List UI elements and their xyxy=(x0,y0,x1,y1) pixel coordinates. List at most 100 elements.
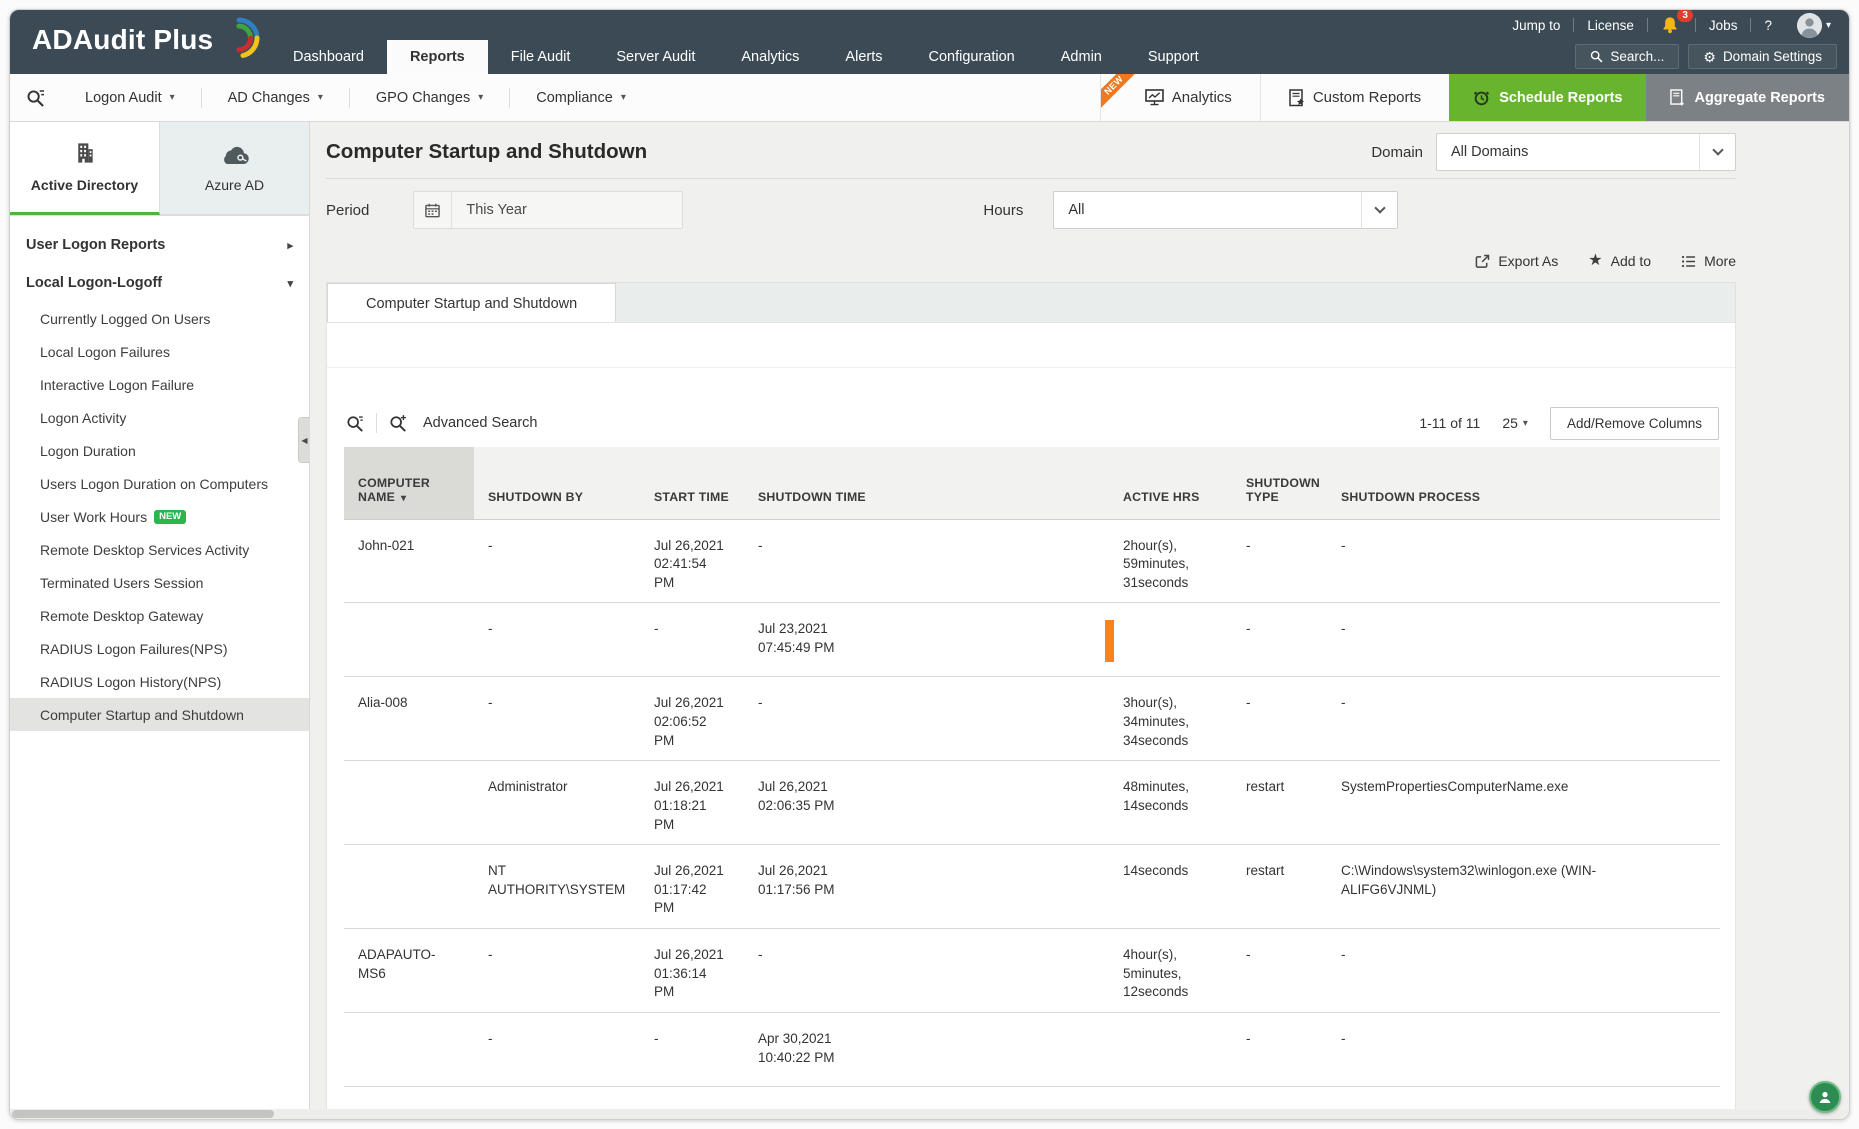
sidebar-item-users-logon-duration-on-computers[interactable]: Users Logon Duration on Computers xyxy=(10,467,309,500)
sidebar-item-logon-activity[interactable]: Logon Activity xyxy=(10,401,309,434)
calendar-icon xyxy=(414,192,452,228)
toolbar-menu-logon-audit[interactable]: Logon Audit▾ xyxy=(59,90,201,106)
analytics-icon xyxy=(1145,89,1164,106)
toolbar-menu-ad-changes[interactable]: AD Changes▾ xyxy=(202,90,349,106)
report-table: COMPUTER NAME▾SHUTDOWN BYSTART TIMESHUTD… xyxy=(344,447,1720,1087)
table-cell: 4hour(s), 5minutes, 12seconds xyxy=(1109,929,1232,1013)
column-header-shutdown-type[interactable]: SHUTDOWN TYPE xyxy=(1232,447,1327,519)
sidebar-item-label: Currently Logged On Users xyxy=(40,311,210,327)
toolbar-right-group: NEW Analytics Custom Reports xyxy=(1100,74,1849,121)
sidebar-item-local-logon-failures[interactable]: Local Logon Failures xyxy=(10,335,309,368)
sidebar-item-currently-logged-on-users[interactable]: Currently Logged On Users xyxy=(10,302,309,335)
jobs-link[interactable]: Jobs xyxy=(1696,18,1751,33)
table-cell: - xyxy=(474,603,640,677)
analytics-menu[interactable]: NEW Analytics xyxy=(1100,74,1260,121)
export-as-button[interactable]: Export As xyxy=(1475,253,1558,269)
nav-tab-alerts[interactable]: Alerts xyxy=(822,40,905,74)
sidebar-item-terminated-users-session[interactable]: Terminated Users Session xyxy=(10,566,309,599)
divider xyxy=(326,178,1736,179)
hours-label: Hours xyxy=(983,202,1023,219)
column-header-label: SHUTDOWN PROCESS xyxy=(1341,490,1480,504)
help-button[interactable]: ? xyxy=(1751,18,1785,33)
advanced-search-label[interactable]: Advanced Search xyxy=(423,415,537,431)
add-remove-columns-button[interactable]: Add/Remove Columns xyxy=(1550,407,1719,440)
highlight-indicator xyxy=(1105,620,1114,662)
license-link[interactable]: License xyxy=(1574,18,1647,33)
table-cell: - xyxy=(1232,1012,1327,1086)
table-cell xyxy=(344,603,474,677)
advanced-search-icon[interactable] xyxy=(377,414,419,432)
sidebar-item-remote-desktop-gateway[interactable]: Remote Desktop Gateway xyxy=(10,599,309,632)
user-menu-caret-icon[interactable]: ▾ xyxy=(1826,20,1833,31)
support-person-icon xyxy=(1817,1089,1833,1105)
sidebar-tab-azure-ad[interactable]: Azure AD xyxy=(160,122,309,215)
more-button[interactable]: More xyxy=(1681,253,1736,269)
search-button[interactable]: Search... xyxy=(1575,44,1679,69)
sidebar-tab-active-directory[interactable]: Active Directory xyxy=(10,122,160,215)
column-search-icon[interactable] xyxy=(344,414,376,432)
table-cell: - xyxy=(744,929,1109,1013)
sidebar-item-remote-desktop-services-activity[interactable]: Remote Desktop Services Activity xyxy=(10,533,309,566)
column-header-active-hrs[interactable]: ACTIVE HRS xyxy=(1109,447,1232,519)
nav-tab-dashboard[interactable]: Dashboard xyxy=(270,40,387,74)
domain-settings-button[interactable]: ⚙ Domain Settings xyxy=(1688,44,1837,69)
period-picker[interactable]: This Year xyxy=(413,191,683,229)
custom-reports-menu[interactable]: Custom Reports xyxy=(1260,74,1449,121)
chevron-down-icon: ▾ xyxy=(478,92,483,103)
nav-tab-analytics[interactable]: Analytics xyxy=(718,40,822,74)
sidebar-section-local-logon-logoff[interactable]: Local Logon-Logoff▾ xyxy=(10,264,309,302)
nav-tab-support[interactable]: Support xyxy=(1125,40,1222,74)
nav-tab-file-audit[interactable]: File Audit xyxy=(488,40,594,74)
nav-tab-admin[interactable]: Admin xyxy=(1038,40,1125,74)
notification-badge: 3 xyxy=(1677,9,1693,22)
sidebar-item-label: Computer Startup and Shutdown xyxy=(40,707,244,723)
custom-reports-icon xyxy=(1289,89,1305,107)
sidebar-collapse-handle[interactable]: ◀ xyxy=(298,417,310,463)
report-search-icon[interactable] xyxy=(10,88,59,107)
report-toolbar: Logon Audit▾AD Changes▾GPO Changes▾Compl… xyxy=(10,74,1849,122)
page-size-selector[interactable]: 25 ▾ xyxy=(1502,415,1528,431)
aggregate-reports-button[interactable]: Aggregate Reports xyxy=(1646,74,1849,121)
toolbar-menu-gpo-changes[interactable]: GPO Changes▾ xyxy=(350,90,509,106)
sidebar-item-user-work-hours[interactable]: User Work HoursNEW xyxy=(10,500,309,533)
app-header: ADAudit Plus Jump to License 3 Jobs xyxy=(10,10,1849,74)
notifications-button[interactable]: 3 xyxy=(1648,16,1695,34)
schedule-reports-button[interactable]: Schedule Reports xyxy=(1449,74,1646,121)
support-chat-button[interactable] xyxy=(1809,1081,1841,1113)
table-cell: Jul 26,2021 01:17:56 PM xyxy=(744,845,1109,929)
scrollbar-thumb[interactable] xyxy=(12,1110,274,1118)
sidebar-item-radius-logon-failures-nps[interactable]: RADIUS Logon Failures(NPS) xyxy=(10,632,309,665)
sidebar-item-logon-duration[interactable]: Logon Duration xyxy=(10,434,309,467)
table-cell: - xyxy=(1232,519,1327,603)
column-header-shutdown-process[interactable]: SHUTDOWN PROCESS xyxy=(1327,447,1720,519)
column-header-shutdown-time[interactable]: SHUTDOWN TIME xyxy=(744,447,1109,519)
table-cell: NT AUTHORITY\SYSTEM xyxy=(474,845,640,929)
chevron-down-icon: ▾ xyxy=(318,92,323,103)
table-cell: - xyxy=(1327,603,1720,677)
horizontal-scrollbar[interactable] xyxy=(10,1109,1849,1119)
sidebar-item-radius-logon-history-nps[interactable]: RADIUS Logon History(NPS) xyxy=(10,665,309,698)
nav-tab-server-audit[interactable]: Server Audit xyxy=(593,40,718,74)
table-row: --Jul 23,2021 07:45:49 PM-- xyxy=(344,603,1720,677)
nav-tab-reports[interactable]: Reports xyxy=(387,40,488,74)
table-cell: John-021 xyxy=(344,519,474,603)
jump-to-link[interactable]: Jump to xyxy=(1499,18,1573,33)
toolbar-menu-compliance[interactable]: Compliance▾ xyxy=(510,90,652,106)
add-to-button[interactable]: ★ Add to xyxy=(1588,253,1651,269)
sidebar-section-user-logon-reports[interactable]: User Logon Reports▸ xyxy=(10,226,309,264)
table-cell: Apr 30,2021 10:40:22 PM xyxy=(744,1012,1109,1086)
sidebar-item-label: Interactive Logon Failure xyxy=(40,377,194,393)
hours-select[interactable]: All xyxy=(1053,191,1398,229)
column-header-shutdown-by[interactable]: SHUTDOWN BY xyxy=(474,447,640,519)
sidebar-tab-label: Azure AD xyxy=(205,177,264,193)
sidebar-item-interactive-logon-failure[interactable]: Interactive Logon Failure xyxy=(10,368,309,401)
column-header-computer-name[interactable]: COMPUTER NAME▾ xyxy=(344,447,474,519)
column-header-start-time[interactable]: START TIME xyxy=(640,447,744,519)
toolbar-menu-label: Logon Audit xyxy=(85,90,162,106)
domain-select[interactable]: All Domains xyxy=(1436,133,1736,171)
table-cell: restart xyxy=(1232,845,1327,929)
nav-tab-configuration[interactable]: Configuration xyxy=(906,40,1038,74)
sidebar-item-computer-startup-and-shutdown[interactable]: Computer Startup and Shutdown xyxy=(10,698,309,731)
report-tab-active[interactable]: Computer Startup and Shutdown xyxy=(327,283,616,323)
user-avatar[interactable] xyxy=(1797,13,1822,38)
